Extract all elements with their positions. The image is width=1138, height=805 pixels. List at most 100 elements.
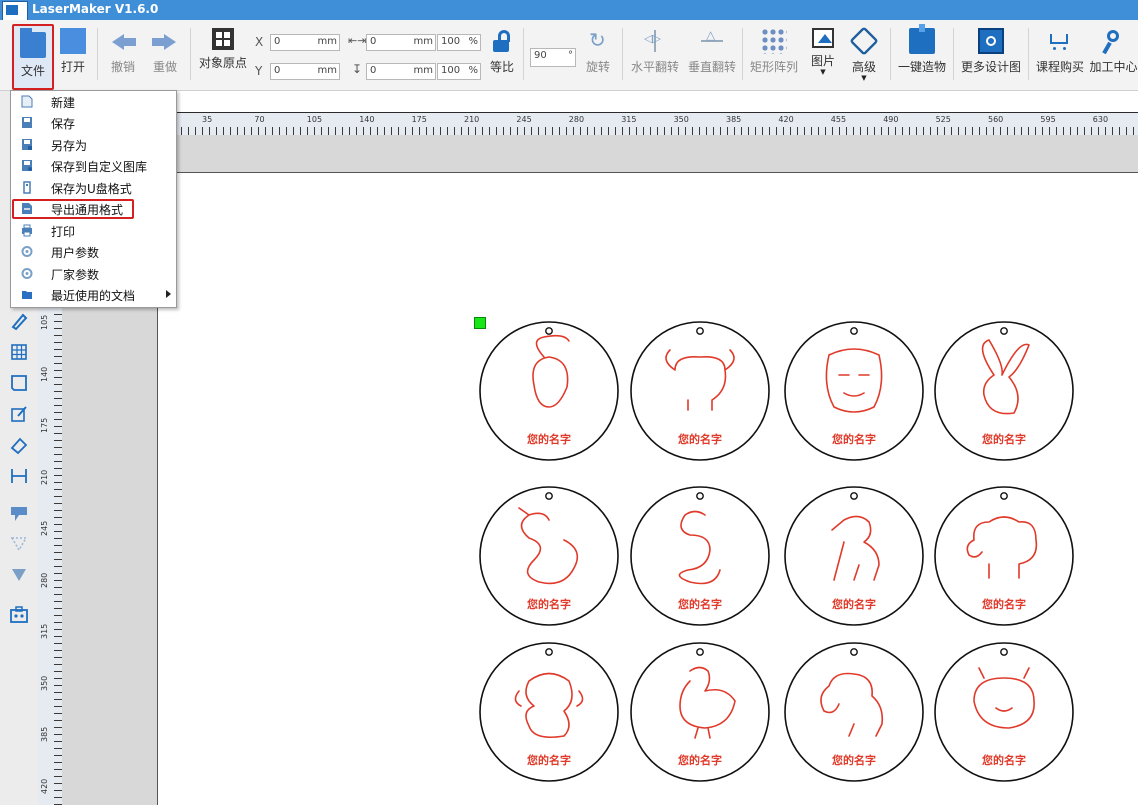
y-input[interactable]: 0 mm bbox=[270, 63, 340, 80]
height-icon: ↧ bbox=[352, 62, 363, 76]
height-percent-value: 100 bbox=[441, 65, 461, 76]
width-value: 0 bbox=[370, 36, 377, 47]
toolbar-divider bbox=[622, 28, 623, 80]
measure-tool[interactable] bbox=[9, 466, 29, 486]
object-origin-button[interactable]: 对象原点 bbox=[196, 22, 250, 88]
height-input[interactable]: 0 mm bbox=[366, 63, 436, 80]
fill-icon bbox=[11, 507, 27, 521]
process-center-label: 加工中心 bbox=[1089, 60, 1138, 74]
ruler-label: 210 bbox=[40, 469, 49, 485]
fill-tool[interactable] bbox=[9, 503, 29, 523]
rectangle-tool[interactable] bbox=[9, 373, 29, 393]
fill-select-tool[interactable] bbox=[9, 565, 29, 585]
ruler-label: 245 bbox=[40, 520, 49, 536]
ruler-label: 420 bbox=[778, 115, 794, 124]
advanced-dropdown-icon: ▼ bbox=[861, 74, 867, 82]
designs-icon bbox=[978, 28, 1004, 54]
flip-vertical-button[interactable]: 垂直翻转 bbox=[685, 22, 739, 88]
rect-array-button[interactable]: 矩形阵列 bbox=[747, 22, 801, 88]
open-file-icon bbox=[60, 28, 86, 54]
menu-item-user-params[interactable]: 用户参数 bbox=[11, 241, 176, 262]
flip-horizontal-button[interactable]: 水平翻转 bbox=[628, 22, 682, 88]
edit-tool[interactable] bbox=[9, 404, 29, 424]
table-tool[interactable] bbox=[9, 342, 29, 362]
file-button[interactable]: 文件 bbox=[12, 24, 54, 90]
flip-vertical-label: 垂直翻转 bbox=[687, 60, 736, 74]
ruler-label: 525 bbox=[935, 115, 951, 124]
cart-icon bbox=[1047, 28, 1073, 54]
rotate-button[interactable]: 旋转 bbox=[582, 22, 614, 88]
toolbar-divider bbox=[742, 28, 743, 80]
ruler-label: 385 bbox=[726, 115, 742, 124]
menu-item-save-library[interactable]: 保存到自定义图库 bbox=[11, 155, 176, 176]
height-percent-input[interactable]: 100 % bbox=[437, 63, 481, 80]
advanced-button[interactable]: 高级 ▼ bbox=[846, 22, 882, 88]
menu-item-label: 保存为U盘格式 bbox=[51, 182, 132, 196]
ruler-label: 105 bbox=[40, 314, 49, 330]
picture-button[interactable]: 图片 ▼ bbox=[806, 22, 840, 88]
menu-item-print[interactable]: 打印 bbox=[11, 220, 176, 241]
redo-button-label: 重做 bbox=[152, 60, 177, 74]
menu-item-save-as[interactable]: 另存为 bbox=[11, 134, 176, 155]
ruler-label: 560 bbox=[988, 115, 1004, 124]
menu-item-label: 另存为 bbox=[51, 139, 88, 153]
app-title: LaserMaker V1.6.0 bbox=[32, 2, 159, 16]
open-button[interactable]: 打开 bbox=[56, 22, 90, 88]
eraser-tool[interactable] bbox=[9, 435, 29, 455]
flip-horizontal-icon bbox=[642, 28, 668, 54]
menu-item-label: 保存到自定义图库 bbox=[51, 160, 148, 174]
height-unit: mm bbox=[413, 65, 433, 76]
course-buy-button[interactable]: 课程购买 bbox=[1033, 22, 1087, 88]
width-unit: mm bbox=[413, 36, 433, 47]
ruler-label: 490 bbox=[883, 115, 899, 124]
pen-tool[interactable] bbox=[9, 311, 29, 331]
menu-item-label: 保存 bbox=[51, 117, 76, 131]
undo-button[interactable]: 撤销 bbox=[106, 22, 140, 88]
print-icon bbox=[21, 224, 33, 237]
menu-item-factory-params[interactable]: 厂家参数 bbox=[11, 263, 176, 284]
save-as-icon bbox=[21, 138, 33, 151]
menu-item-save[interactable]: 保存 bbox=[11, 112, 176, 133]
ruler-ticks bbox=[54, 300, 62, 805]
fill-down-tool[interactable] bbox=[9, 534, 29, 554]
title-bar: LaserMaker V1.6.0 bbox=[0, 0, 1138, 21]
redo-button[interactable]: 重做 bbox=[148, 22, 182, 88]
ruler-label: 595 bbox=[1040, 115, 1056, 124]
width-percent-value: 100 bbox=[441, 36, 461, 47]
x-label: X bbox=[255, 35, 264, 49]
workspace-margin-top bbox=[160, 135, 1138, 173]
proportional-button[interactable]: 等比 bbox=[486, 22, 518, 88]
workspace-margin-left bbox=[62, 300, 158, 805]
picture-label: 图片 bbox=[810, 54, 835, 68]
x-unit: mm bbox=[317, 36, 337, 47]
drawing-canvas[interactable] bbox=[158, 173, 1138, 805]
angle-input[interactable]: 90 ° bbox=[530, 48, 576, 67]
menu-item-recent[interactable]: 最近使用的文档 bbox=[11, 284, 176, 305]
vertical-ruler: 105 140 175 210 245 280 315 350 385 420 bbox=[38, 300, 63, 805]
flip-vertical-icon bbox=[699, 28, 725, 54]
width-percent-input[interactable]: 100 % bbox=[437, 34, 481, 51]
menu-item-label: 打印 bbox=[51, 225, 76, 239]
ruler-label: 280 bbox=[40, 572, 49, 588]
ruler-label: 70 bbox=[254, 115, 265, 124]
y-value: 0 bbox=[274, 65, 281, 76]
file-button-label: 文件 bbox=[20, 64, 45, 78]
toolbar-divider bbox=[953, 28, 954, 80]
angle-unit: ° bbox=[568, 50, 573, 61]
toolbox-tool[interactable] bbox=[9, 605, 29, 625]
one-click-make-button[interactable]: 一键造物 bbox=[895, 22, 949, 88]
selection-handle[interactable] bbox=[474, 317, 486, 329]
measure-icon bbox=[11, 469, 27, 483]
table-icon bbox=[11, 344, 27, 360]
folder-icon bbox=[21, 288, 33, 301]
process-center-button[interactable]: 加工中心 bbox=[1089, 22, 1138, 88]
menu-item-new[interactable]: 新建 bbox=[11, 91, 176, 112]
ruler-label: 210 bbox=[464, 115, 480, 124]
width-input[interactable]: 0 mm bbox=[366, 34, 436, 51]
usb-icon bbox=[21, 181, 33, 194]
x-input[interactable]: 0 mm bbox=[270, 34, 340, 51]
more-designs-button[interactable]: 更多设计图 bbox=[958, 22, 1024, 88]
more-designs-label: 更多设计图 bbox=[960, 60, 1021, 74]
menu-item-save-usb[interactable]: 保存为U盘格式 bbox=[11, 177, 176, 198]
ruler-label: 630 bbox=[1092, 115, 1109, 124]
